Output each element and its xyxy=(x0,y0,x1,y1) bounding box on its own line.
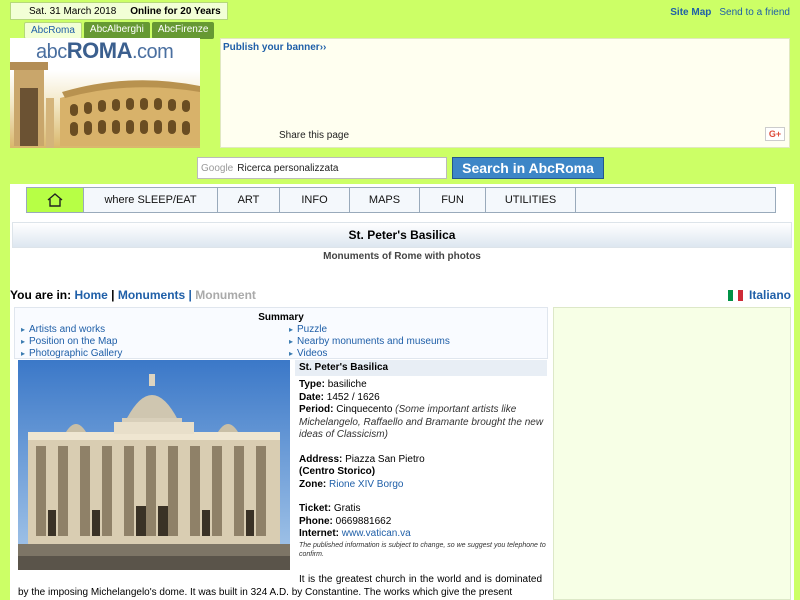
summary-link-artists[interactable]: Artists and works xyxy=(21,324,122,336)
info-disclaimer: The published information is subject to … xyxy=(299,541,546,558)
nav-home[interactable] xyxy=(27,188,84,212)
breadcrumb: You are in: Home | Monuments | Monument xyxy=(10,288,256,302)
breadcrumb-monuments[interactable]: Monuments xyxy=(118,288,185,302)
summary-link-nearby[interactable]: Nearby monuments and museums xyxy=(289,336,450,348)
italian-flag-icon xyxy=(727,289,743,301)
search-button[interactable]: Search in AbcRoma xyxy=(452,157,604,179)
site-logo[interactable]: abcROMA.com xyxy=(10,38,200,148)
breadcrumb-separator: | xyxy=(188,288,192,302)
send-to-friend-link[interactable]: Send to a friend xyxy=(719,7,790,18)
tab-abcalberghi[interactable]: AbcAlberghi xyxy=(83,22,150,39)
breadcrumb-current: Monument xyxy=(195,288,256,302)
search-input[interactable]: Google Ricerca personalizzata xyxy=(197,157,447,179)
basilica-photo[interactable] xyxy=(18,360,290,570)
info-district: (Centro Storico) xyxy=(299,466,376,477)
banner-area: Publish your banner›› Share this page G+ xyxy=(220,38,790,148)
site-tabs: AbcRoma AbcAlberghi AbcFirenze xyxy=(24,22,215,39)
main-nav: where SLEEP/EAT ART INFO MAPS FUN UTILIT… xyxy=(26,187,776,213)
breadcrumb-separator: | xyxy=(111,288,115,302)
page-title: St. Peter's Basilica xyxy=(12,222,792,248)
google-plus-button[interactable]: G+ xyxy=(765,127,785,141)
site-map-link[interactable]: Site Map xyxy=(670,7,711,18)
info-ticket: Ticket: Gratis xyxy=(299,503,361,514)
date-bar: Sat. 31 March 2018 Online for 20 Years xyxy=(10,2,228,20)
summary-link-puzzle[interactable]: Puzzle xyxy=(289,324,450,336)
nav-maps[interactable]: MAPS xyxy=(350,188,420,212)
google-label: Google xyxy=(201,162,234,174)
right-sidebar xyxy=(553,307,791,600)
summary-left-list: Artists and works Position on the Map Ph… xyxy=(21,324,122,360)
info-phone: Phone: 0669881662 xyxy=(299,515,392,527)
info-address: Address: Piazza San Pietro xyxy=(299,453,425,465)
info-zone: Zone: Rione XIV Borgo xyxy=(299,478,404,490)
tab-abcfirenze[interactable]: AbcFirenze xyxy=(151,22,215,39)
page-subtitle: Monuments of Rome with photos xyxy=(323,251,481,262)
language-label: Italiano xyxy=(748,288,791,302)
online-years: Online for 20 Years xyxy=(130,5,221,17)
nav-utilities[interactable]: UTILITIES xyxy=(486,188,576,212)
info-internet: Internet: www.vatican.va xyxy=(299,528,411,539)
current-date: Sat. 31 March 2018 xyxy=(29,5,117,17)
share-page-label: Share this page xyxy=(279,130,350,141)
top-links: Site Map Send to a friend xyxy=(670,7,790,18)
logo-text: abcROMA.com xyxy=(36,38,174,63)
info-date: Date: 1452 / 1626 xyxy=(299,391,380,403)
summary-heading: Summary xyxy=(258,312,304,323)
nav-sleep-eat[interactable]: where SLEEP/EAT xyxy=(84,188,218,212)
home-icon xyxy=(47,193,63,207)
search-placeholder: Ricerca personalizzata xyxy=(237,162,339,174)
monument-info: St. Peter's Basilica Type: basiliche Dat… xyxy=(295,360,547,565)
summary-box: Summary Artists and works Position on th… xyxy=(14,307,548,359)
breadcrumb-prefix: You are in: xyxy=(10,288,72,302)
nav-info[interactable]: INFO xyxy=(280,188,350,212)
nav-fun[interactable]: FUN xyxy=(420,188,486,212)
breadcrumb-home[interactable]: Home xyxy=(74,288,107,302)
info-heading: St. Peter's Basilica xyxy=(295,360,547,376)
summary-link-map[interactable]: Position on the Map xyxy=(21,336,122,348)
summary-link-gallery[interactable]: Photographic Gallery xyxy=(21,348,122,360)
info-period: Period: Cinquecento (Some important arti… xyxy=(299,404,544,440)
zone-link[interactable]: Rione XIV Borgo xyxy=(329,479,404,490)
nav-art[interactable]: ART xyxy=(218,188,280,212)
description-text: It is the greatest church in the world a… xyxy=(18,574,542,598)
language-switch[interactable]: Italiano xyxy=(727,288,791,302)
basilica-image xyxy=(18,360,290,570)
summary-right-list: Puzzle Nearby monuments and museums Vide… xyxy=(289,324,450,360)
summary-link-videos[interactable]: Videos xyxy=(289,348,450,360)
website-link[interactable]: www.vatican.va xyxy=(342,528,411,539)
tab-abcroma[interactable]: AbcRoma xyxy=(24,22,82,39)
info-type: Type: basiliche xyxy=(299,379,367,390)
publish-banner-link[interactable]: Publish your banner›› xyxy=(223,42,326,53)
